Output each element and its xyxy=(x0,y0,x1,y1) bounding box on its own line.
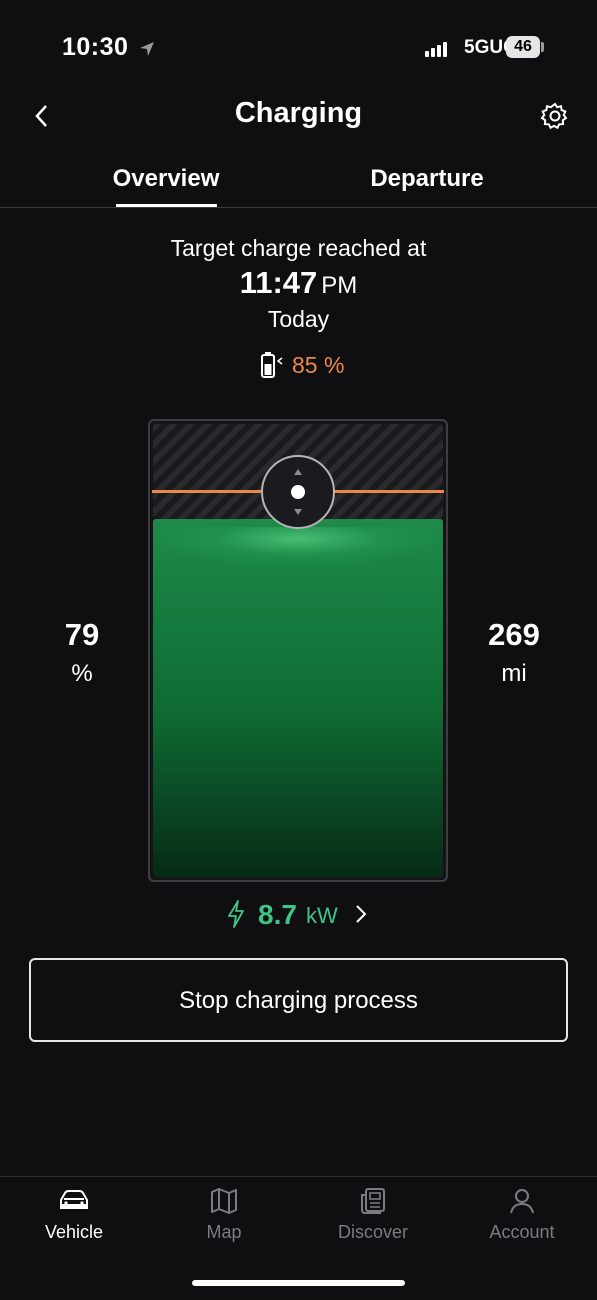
lightning-bolt-icon xyxy=(228,900,244,928)
nav-item-account[interactable]: Account xyxy=(462,1186,582,1243)
charging-power[interactable]: 8.7 kW xyxy=(226,897,376,933)
home-indicator[interactable] xyxy=(192,1280,405,1286)
range-unit: mi xyxy=(501,660,527,687)
bottom-nav-divider xyxy=(0,1176,597,1177)
chevron-right-icon xyxy=(356,905,367,923)
state-of-charge-unit: % xyxy=(71,660,93,687)
nav-item-vehicle[interactable]: Vehicle xyxy=(14,1186,134,1243)
power-unit: kW xyxy=(306,903,338,928)
gear-icon[interactable] xyxy=(540,101,570,131)
battery-fill xyxy=(153,519,443,877)
news-icon xyxy=(361,1188,385,1214)
car-icon xyxy=(60,1190,88,1209)
tab-departure[interactable]: Departure xyxy=(357,165,497,193)
map-icon xyxy=(211,1188,237,1214)
battery-cap xyxy=(541,42,544,52)
person-icon xyxy=(510,1189,534,1214)
nav-label-map: Map xyxy=(206,1222,242,1242)
nav-item-discover[interactable]: Discover xyxy=(313,1186,433,1243)
nav-label-discover: Discover xyxy=(337,1222,408,1242)
target-charge-day: Today xyxy=(267,306,330,332)
nav-label-account: Account xyxy=(489,1222,555,1242)
location-arrow-icon xyxy=(140,42,154,56)
target-charge-label: Target charge reached at xyxy=(170,235,427,261)
target-time-value: 11:47 xyxy=(239,265,318,300)
target-limit-value: 85 % xyxy=(292,352,345,378)
target-limit[interactable]: 85 % xyxy=(256,348,366,382)
nav-item-map[interactable]: Map xyxy=(164,1186,284,1243)
page-title: Charging xyxy=(234,97,363,129)
caret-up-icon xyxy=(294,469,302,475)
battery-icon: 46 xyxy=(506,36,540,58)
charge-limit-slider-handle[interactable] xyxy=(261,455,335,529)
tab-overview[interactable]: Overview xyxy=(106,165,226,193)
status-time: 10:30 xyxy=(62,33,129,61)
target-charge-time: 11:47 PM xyxy=(0,265,597,301)
slider-dot xyxy=(291,485,305,499)
power-value: 8.7 xyxy=(258,899,297,930)
target-time-ampm: PM xyxy=(321,272,358,299)
signal-icon xyxy=(425,39,449,57)
state-of-charge-value: 79 xyxy=(64,617,100,652)
range-value: 269 xyxy=(488,617,540,652)
stop-charging-button[interactable]: Stop charging process xyxy=(29,958,568,1042)
nav-label-vehicle: Vehicle xyxy=(44,1222,104,1242)
battery-fill-surface xyxy=(153,527,443,567)
caret-down-icon xyxy=(294,509,302,515)
battery-limit-icon xyxy=(261,352,283,378)
tabs-divider xyxy=(0,207,597,208)
